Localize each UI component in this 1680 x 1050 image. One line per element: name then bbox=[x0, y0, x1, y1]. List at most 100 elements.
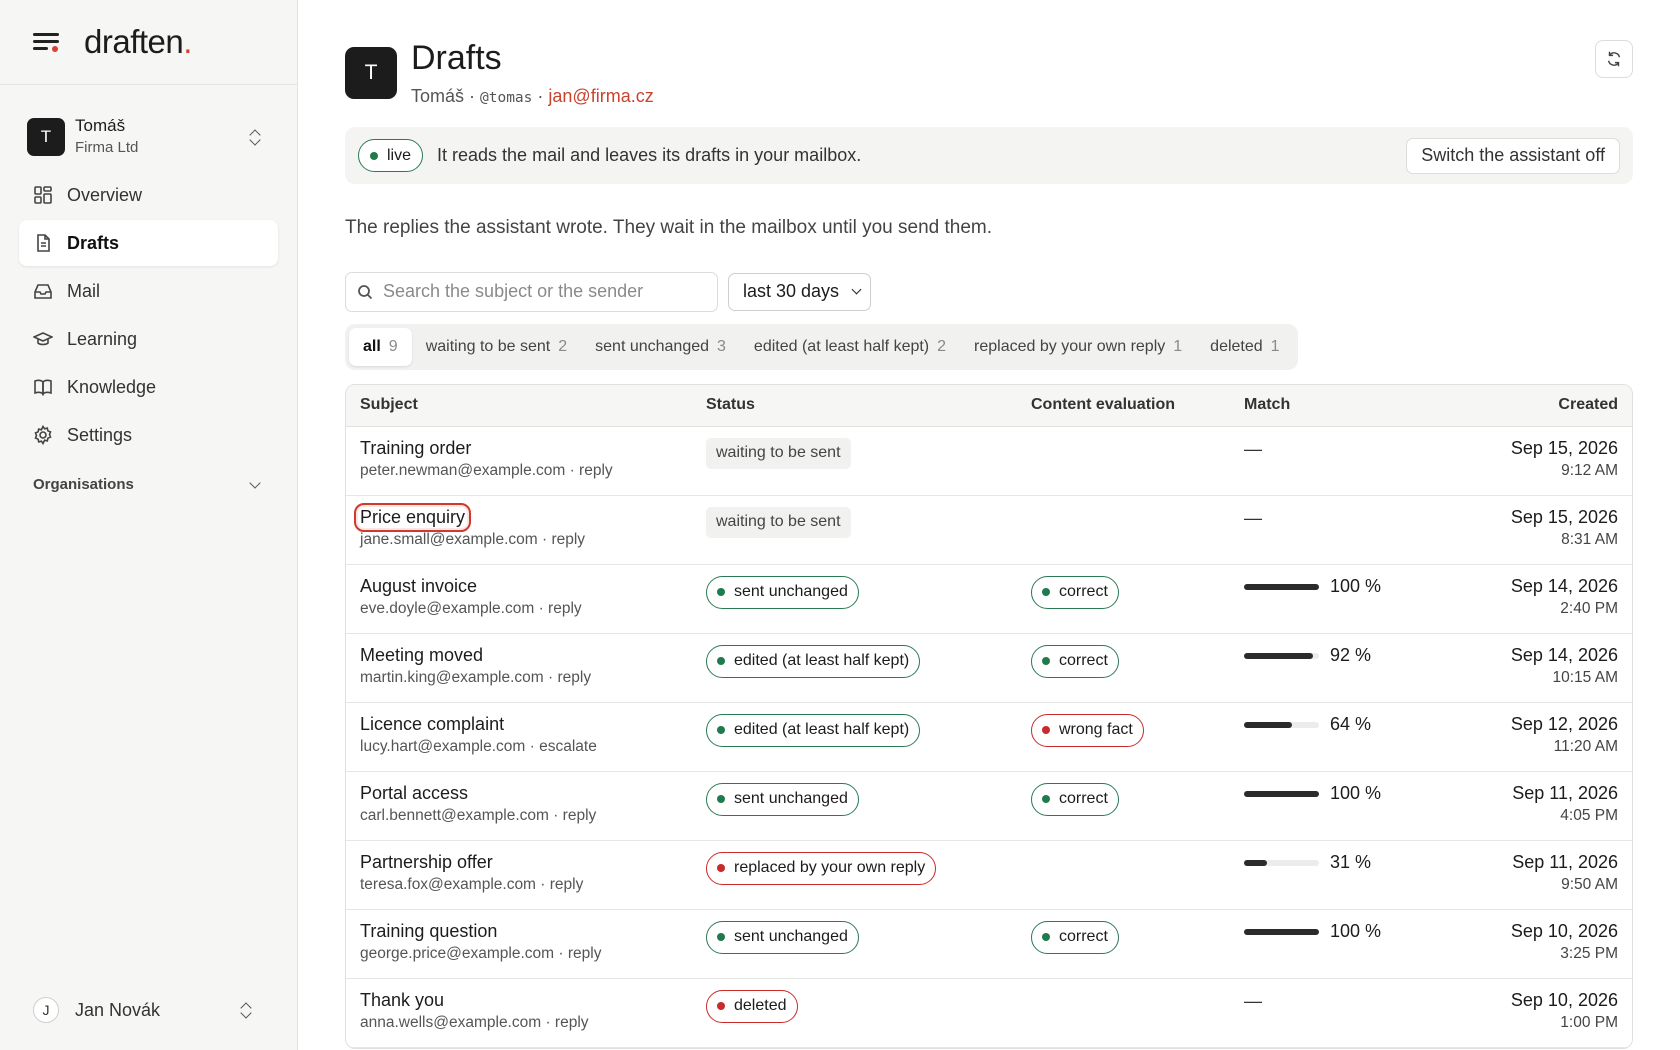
refresh-button[interactable] bbox=[1595, 40, 1633, 78]
cell-created: Sep 14, 2026 2:40 PM bbox=[1469, 576, 1632, 618]
draft-subject[interactable]: Price enquiry bbox=[353, 502, 472, 532]
status-badge: sent unchanged bbox=[706, 920, 859, 954]
sidebar-item-learning[interactable]: Learning bbox=[19, 316, 278, 362]
tab-count: 2 bbox=[937, 337, 947, 355]
draft-sender: jane.small@example.com · reply bbox=[360, 530, 586, 548]
sidebar-item-label: Knowledge bbox=[67, 376, 157, 397]
cell-evaluation: correct bbox=[1031, 644, 1244, 678]
match-bar bbox=[1244, 721, 1319, 728]
main-content: T Drafts Tomáš · @tomas · jan@firma.cz l… bbox=[345, 0, 1633, 1049]
column-header-subject[interactable]: Subject bbox=[346, 396, 706, 414]
status-badge: edited (at least half kept) bbox=[706, 644, 921, 678]
gear-icon bbox=[34, 425, 52, 446]
table-row[interactable]: August invoice eve.doyle@example.com · r… bbox=[346, 565, 1632, 634]
table-row[interactable]: Meeting moved martin.king@example.com · … bbox=[346, 634, 1632, 703]
table-row[interactable]: Training order peter.newman@example.com … bbox=[346, 427, 1632, 496]
cell-match: 92 % bbox=[1244, 645, 1469, 667]
grid-icon bbox=[34, 186, 52, 204]
cell-status: deleted bbox=[706, 989, 1031, 1023]
status-dot-icon bbox=[717, 933, 725, 942]
status-dot-icon bbox=[717, 657, 725, 666]
tab-all[interactable]: all 9 bbox=[349, 327, 412, 366]
table-body: Training order peter.newman@example.com … bbox=[346, 427, 1632, 1048]
table-row[interactable]: Price enquiry jane.small@example.com · r… bbox=[346, 496, 1632, 565]
created-date: Sep 11, 2026 bbox=[1512, 782, 1618, 803]
sidebar-item-drafts[interactable]: Drafts bbox=[19, 220, 278, 267]
cell-subject: Licence complaint lucy.hart@example.com … bbox=[346, 714, 706, 756]
sidebar-item-label: Learning bbox=[67, 328, 138, 349]
status-badge: replaced by your own reply bbox=[706, 851, 937, 885]
period-select[interactable]: last 30 days bbox=[728, 272, 872, 311]
cell-created: Sep 12, 2026 11:20 AM bbox=[1469, 714, 1632, 756]
organisations-toggle[interactable]: Organisations bbox=[33, 476, 261, 493]
status-badge: deleted bbox=[706, 989, 798, 1023]
evaluation-badge: correct bbox=[1031, 644, 1119, 678]
column-header-match[interactable]: Match bbox=[1244, 396, 1469, 414]
cell-status: sent unchanged bbox=[706, 575, 1031, 609]
page-title: Drafts bbox=[411, 39, 502, 77]
column-header-evaluation[interactable]: Content evaluation bbox=[1031, 396, 1244, 414]
sidebar-item-settings[interactable]: Settings bbox=[19, 412, 278, 458]
draft-subject[interactable]: Meeting moved bbox=[360, 645, 483, 666]
account-switcher[interactable]: T Tomáš Firma Ltd bbox=[27, 115, 272, 158]
logo[interactable]: draften. bbox=[84, 23, 192, 61]
match-bar-fill bbox=[1244, 859, 1268, 866]
cell-subject: Partnership offer teresa.fox@example.com… bbox=[346, 852, 706, 894]
table-row[interactable]: Licence complaint lucy.hart@example.com … bbox=[346, 703, 1632, 772]
sidebar-item-knowledge[interactable]: Knowledge bbox=[19, 364, 278, 410]
draft-subject[interactable]: Training question bbox=[360, 921, 497, 942]
tab-deleted[interactable]: deleted 1 bbox=[1196, 328, 1293, 366]
status-dot-icon bbox=[1042, 726, 1050, 735]
tab-sent-unchanged[interactable]: sent unchanged 3 bbox=[581, 328, 740, 366]
profile-email: jan@firma.cz bbox=[548, 86, 654, 107]
user-menu[interactable]: J Jan Novák bbox=[33, 997, 263, 1023]
cell-evaluation: correct bbox=[1031, 575, 1244, 609]
cell-match: — bbox=[1244, 438, 1469, 460]
draft-sender: martin.king@example.com · reply bbox=[360, 668, 592, 686]
search-field[interactable] bbox=[345, 271, 718, 312]
sidebar-item-overview[interactable]: Overview bbox=[19, 172, 278, 218]
cell-match: — bbox=[1244, 990, 1469, 1012]
cell-status: waiting to be sent bbox=[706, 506, 1031, 538]
match-percent: 64 % bbox=[1330, 714, 1372, 735]
draft-subject[interactable]: Licence complaint bbox=[360, 714, 504, 735]
draft-subject[interactable]: Thank you bbox=[360, 990, 444, 1011]
table-row[interactable]: Portal access carl.bennett@example.com ·… bbox=[346, 772, 1632, 841]
menu-icon[interactable] bbox=[33, 31, 59, 53]
draft-sender: carl.bennett@example.com · reply bbox=[360, 806, 597, 824]
cell-created: Sep 11, 2026 4:05 PM bbox=[1469, 783, 1632, 825]
graduation-cap-icon bbox=[33, 332, 53, 346]
cell-subject: Meeting moved martin.king@example.com · … bbox=[346, 645, 706, 687]
draft-subject[interactable]: Training order bbox=[360, 438, 471, 459]
match-percent: 100 % bbox=[1330, 576, 1382, 597]
table-row[interactable]: Training question george.price@example.c… bbox=[346, 910, 1632, 979]
created-time: 9:50 AM bbox=[1561, 875, 1618, 893]
tab-edited[interactable]: edited (at least half kept) 2 bbox=[740, 328, 960, 366]
tab-waiting-to-be-sent[interactable]: waiting to be sent 2 bbox=[412, 328, 581, 366]
sidebar-item-mail[interactable]: Mail bbox=[19, 268, 278, 314]
draft-subject[interactable]: August invoice bbox=[360, 576, 477, 597]
cell-created: Sep 10, 2026 3:25 PM bbox=[1469, 921, 1632, 963]
match-bar-fill bbox=[1244, 790, 1319, 797]
draft-subject[interactable]: Portal access bbox=[360, 783, 468, 804]
table-row[interactable]: Thank you anna.wells@example.com · reply… bbox=[346, 979, 1632, 1048]
switch-assistant-off-button[interactable]: Switch the assistant off bbox=[1406, 137, 1620, 174]
tab-count: 3 bbox=[717, 337, 726, 355]
cell-status: edited (at least half kept) bbox=[706, 713, 1031, 747]
column-header-created[interactable]: Created bbox=[1469, 396, 1632, 414]
tab-replaced[interactable]: replaced by your own reply 1 bbox=[960, 328, 1196, 366]
match-meter: 64 % bbox=[1244, 714, 1469, 736]
column-header-status[interactable]: Status bbox=[706, 396, 1031, 414]
cell-created: Sep 15, 2026 8:31 AM bbox=[1469, 507, 1632, 549]
draft-subject[interactable]: Partnership offer bbox=[360, 852, 493, 873]
status-dot-icon bbox=[717, 1002, 725, 1011]
table-row[interactable]: Partnership offer teresa.fox@example.com… bbox=[346, 841, 1632, 910]
cell-status: waiting to be sent bbox=[706, 437, 1031, 469]
profile-name: Tomáš bbox=[411, 86, 465, 107]
cell-status: sent unchanged bbox=[706, 782, 1031, 816]
match-empty: — bbox=[1244, 990, 1262, 1011]
status-dot-icon bbox=[1042, 657, 1050, 666]
search-input[interactable] bbox=[383, 281, 703, 303]
profile-avatar: T bbox=[345, 47, 397, 99]
banner-text: It reads the mail and leaves its drafts … bbox=[437, 145, 862, 166]
